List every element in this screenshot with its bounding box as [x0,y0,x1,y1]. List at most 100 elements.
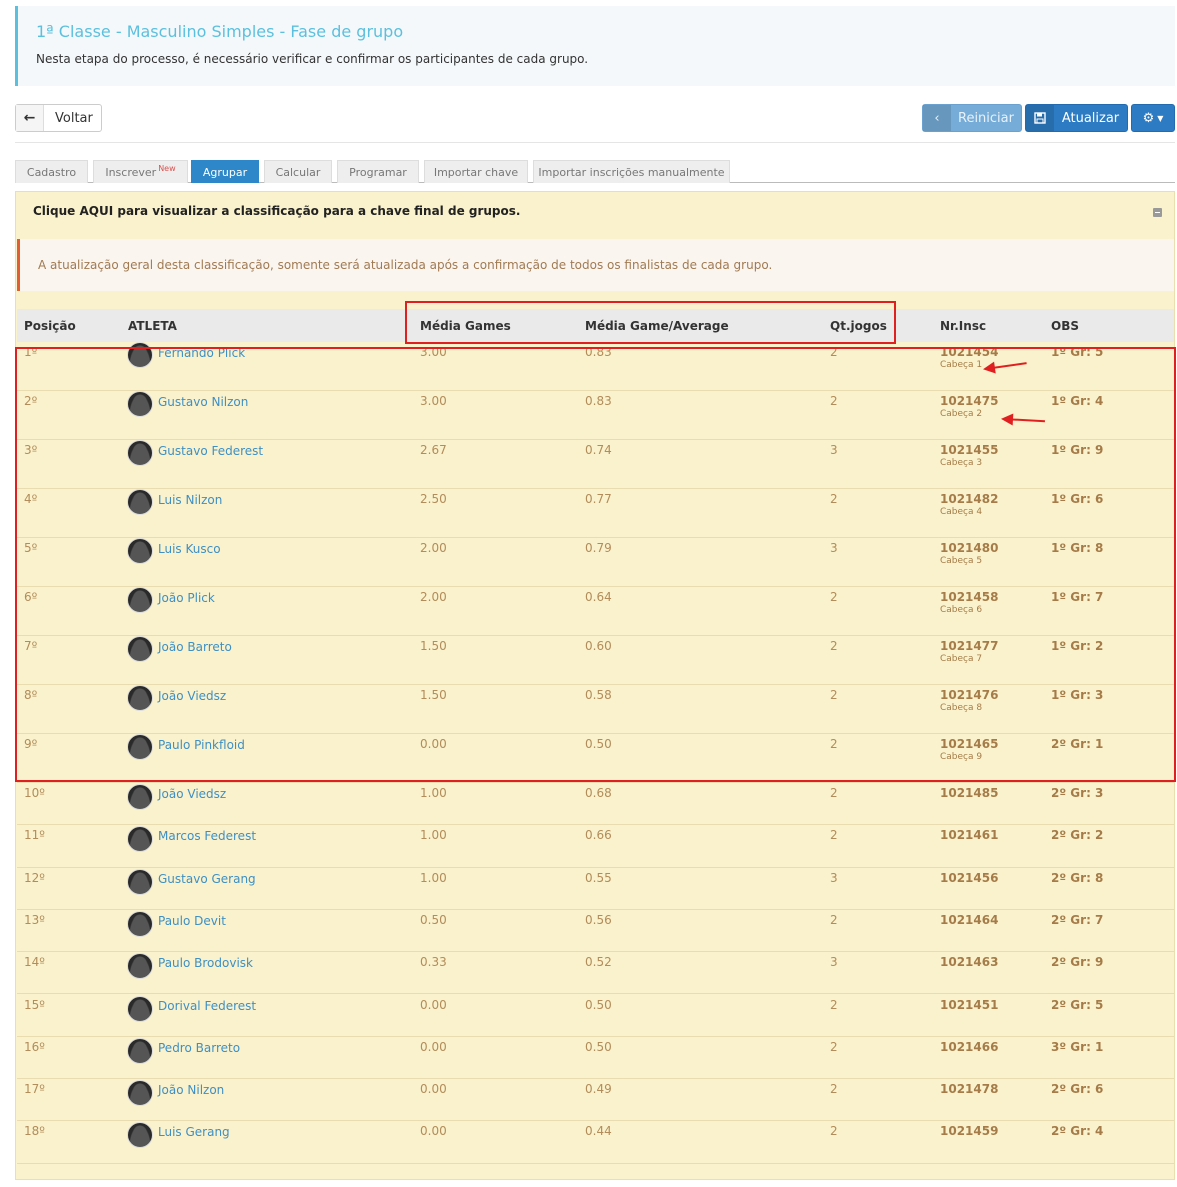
update-button-label: Atualizar [1061,110,1120,126]
avg-games-cell: 1.00 [420,828,447,843]
update-button[interactable]: Atualizar [1025,104,1128,132]
chevron-left-icon: ‹ [923,105,951,131]
page-title: 1ª Classe - Masculino Simples - Fase de … [36,22,404,41]
avatar [127,910,153,937]
tab-inscrever[interactable]: Inscrever New [93,160,188,183]
avatar [127,1080,153,1107]
athlete-link[interactable]: João Nilzon [158,1083,224,1097]
highlight-box-columns [405,301,896,344]
col-nr-insc: Nr.Insc [940,319,987,333]
qt-games-cell: 2 [830,1082,838,1097]
athlete-link[interactable]: Dorival Federest [158,999,256,1013]
avatar [127,868,153,895]
avatar [127,953,153,980]
position-cell: 16º [24,1039,45,1054]
position-cell: 17º [24,1082,45,1097]
athlete-link[interactable]: Pedro Barreto [158,1041,240,1055]
tab-agrupar[interactable]: Agrupar [191,160,259,183]
page-header: 1ª Classe - Masculino Simples - Fase de … [15,6,1175,86]
divider [15,142,1175,143]
position-cell: 18º [24,1124,45,1139]
gear-icon: ⚙ [1142,110,1155,126]
avg-game-average-cell: 0.44 [585,1124,612,1139]
avg-games-cell: 1.00 [420,786,447,800]
nr-insc-cell: 1021478 [940,1082,999,1097]
settings-dropdown-button[interactable]: ⚙ ▼ [1131,104,1175,132]
nr-insc-cell: 1021456 [940,870,999,885]
avg-game-average-cell: 0.50 [585,1039,612,1054]
athlete-link[interactable]: Marcos Federest [158,829,256,843]
nr-insc-cell: 1021461 [940,828,999,843]
col-position: Posição [24,319,76,333]
reset-button[interactable]: ‹ Reiniciar [922,104,1022,132]
reset-button-label: Reiniciar [958,110,1014,126]
tab-calcular[interactable]: Calcular [264,160,332,183]
position-cell: 13º [24,912,45,927]
back-button[interactable]: ← Voltar [15,104,102,132]
collapse-icon[interactable] [1153,208,1162,217]
caret-down-icon: ▼ [1157,113,1164,123]
nr-insc-cell: 1021463 [940,955,999,970]
nr-insc-cell: 1021466 [940,1039,999,1054]
table-row: 17º João Nilzon 0.00 0.49 2 1021478 2º Gr: 6 [17,1079,1174,1122]
athlete-link[interactable]: Gustavo Gerang [158,872,256,886]
save-icon [1026,105,1054,131]
table-row: 16º Pedro Barreto 0.00 0.50 2 1021466 3º Gr: 1 [17,1037,1174,1080]
nr-insc-cell: 1021451 [940,997,999,1012]
col-obs: OBS [1051,319,1079,333]
panel-heading-link[interactable]: Clique AQUI para visualizar a classifica… [33,204,520,218]
qt-games-cell: 2 [830,1124,838,1139]
obs-cell: 2º Gr: 5 [1051,997,1104,1012]
athlete-link[interactable]: Luis Gerang [158,1125,230,1139]
avg-game-average-cell: 0.55 [585,870,612,885]
position-cell: 15º [24,997,45,1012]
table-row: 13º Paulo Devit 0.50 0.56 2 1021464 2º Gr: 7 [17,910,1174,953]
avg-game-average-cell: 0.50 [585,997,612,1012]
avg-games-cell: 0.00 [420,1124,447,1139]
avg-games-cell: 0.33 [420,955,447,970]
alert-text: A atualização geral desta classificação,… [38,258,773,272]
qt-games-cell: 2 [830,786,838,800]
tab-importar-chave[interactable]: Importar chave [424,160,528,183]
athlete-link[interactable]: Paulo Devit [158,914,226,928]
tab-programar[interactable]: Programar [337,160,419,183]
nr-insc-cell: 1021464 [940,912,999,927]
table-row: 12º Gustavo Gerang 1.00 0.55 3 1021456 2º Gr: … [17,868,1174,910]
avg-games-cell: 0.50 [420,912,447,927]
position-cell: 10º [24,786,45,800]
obs-cell: 2º Gr: 9 [1051,955,1104,970]
qt-games-cell: 2 [830,997,838,1012]
athlete-link[interactable]: Paulo Brodovisk [158,956,253,970]
obs-cell: 2º Gr: 3 [1051,786,1104,800]
avatar [127,826,153,853]
avg-games-cell: 1.00 [420,870,447,885]
nr-insc-cell: 1021485 [940,786,999,800]
avatar [127,784,153,810]
avg-game-average-cell: 0.56 [585,912,612,927]
athlete-link[interactable]: João Viedsz [158,787,226,801]
position-cell: 12º [24,870,45,885]
table-row: 14º Paulo Brodovisk 0.33 0.52 3 1021463 2º Gr:… [17,952,1174,995]
table-row: 15º Dorival Federest 0.00 0.50 2 1021451 2º Gr… [17,995,1174,1037]
table-row: 10º João Viedsz 1.00 0.68 2 1021485 2º Gr: 3 [17,783,1174,826]
tab-bar: Cadastro Inscrever New Agrupar Calcular P… [15,160,1175,183]
obs-cell: 3º Gr: 1 [1051,1039,1104,1054]
avg-game-average-cell: 0.52 [585,955,612,970]
avg-games-cell: 0.00 [420,997,447,1012]
position-cell: 14º [24,955,45,970]
qt-games-cell: 3 [830,955,838,970]
avg-game-average-cell: 0.68 [585,786,612,800]
back-button-label: Voltar [55,110,93,126]
tab-importar-inscricoes[interactable]: Importar inscrições manualmente [533,160,730,183]
new-badge: New [158,163,176,173]
tab-cadastro[interactable]: Cadastro [15,160,88,183]
qt-games-cell: 3 [830,870,838,885]
avatar [127,1037,153,1064]
avg-games-cell: 0.00 [420,1039,447,1054]
obs-cell: 2º Gr: 8 [1051,870,1104,885]
obs-cell: 2º Gr: 4 [1051,1124,1104,1139]
warning-alert: A atualização geral desta classificação,… [17,239,1174,291]
obs-cell: 2º Gr: 7 [1051,912,1104,927]
avg-game-average-cell: 0.66 [585,828,612,843]
obs-cell: 2º Gr: 2 [1051,828,1104,843]
